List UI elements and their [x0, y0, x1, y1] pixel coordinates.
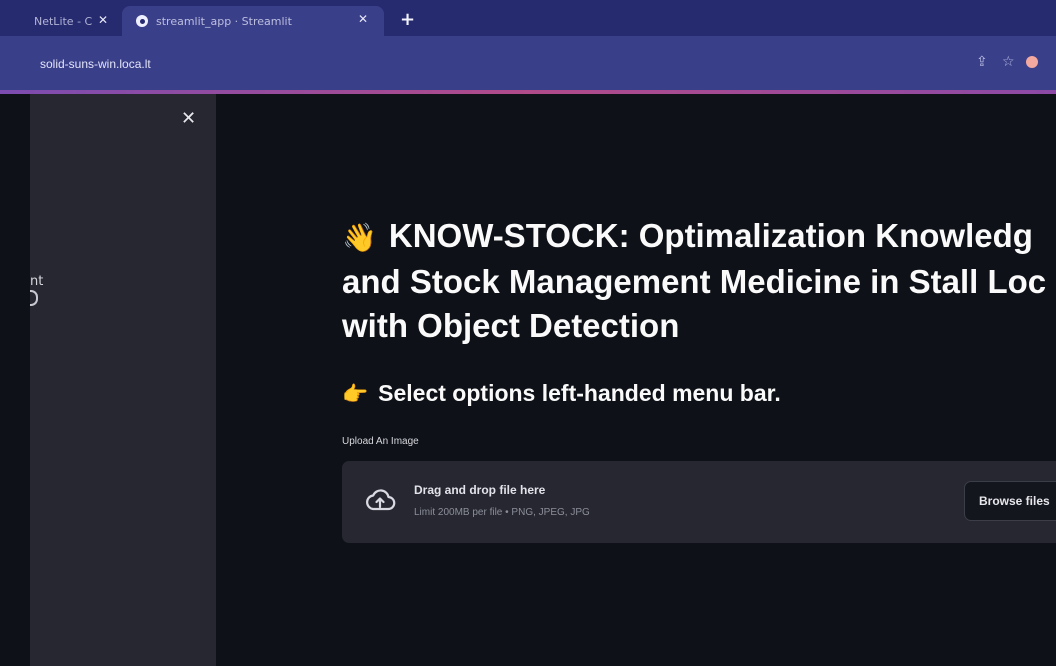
tab-title: streamlit_app · Streamlit	[156, 14, 292, 28]
main-content: 👋 KNOW-STOCK: Optimalization Knowledg and…	[216, 94, 1056, 666]
sidebar-close-icon[interactable]: ✕	[181, 108, 196, 129]
browse-files-button[interactable]: Browse files	[964, 481, 1056, 521]
tab-close-icon[interactable]: ✕	[98, 13, 108, 27]
waving-hand-icon: 👋	[342, 222, 377, 253]
file-dropzone[interactable]: Drag and drop file here Limit 200MB per …	[342, 461, 1056, 543]
browser-tab-active[interactable]: streamlit_app · Streamlit ✕	[122, 6, 384, 36]
extension-icon[interactable]	[1026, 56, 1038, 68]
page-title: 👋 KNOW-STOCK: Optimalization Knowledg and…	[342, 214, 1056, 348]
share-icon[interactable]: ⇪	[976, 54, 988, 70]
upload-label: Upload An Image	[342, 436, 419, 447]
address-bar: solid-suns-win.loca.lt ⇪ ☆	[0, 36, 1056, 94]
title-line-1: KNOW-STOCK: Optimalization Knowledg	[388, 217, 1033, 254]
sidebar-radio-partial-icon[interactable]	[30, 290, 38, 306]
streamlit-favicon-icon	[136, 15, 148, 27]
tab-close-icon[interactable]: ✕	[358, 12, 368, 26]
cloud-upload-icon	[366, 489, 396, 511]
sidebar: ✕ nt	[30, 94, 216, 666]
subtitle-text: Select options left-handed menu bar.	[378, 380, 781, 406]
browser-tab-bar: NetLite - C ✕ streamlit_app · Streamlit …	[0, 0, 1056, 36]
bookmark-star-icon[interactable]: ☆	[1002, 54, 1015, 70]
tab-title: NetLite - C	[34, 14, 93, 28]
page-subtitle: 👉 Select options left-handed menu bar.	[342, 380, 781, 407]
url-field[interactable]: solid-suns-win.loca.lt	[40, 57, 151, 71]
new-tab-button[interactable]: +	[400, 9, 415, 30]
browser-tab-1[interactable]: NetLite - C ✕	[0, 6, 118, 36]
pointing-hand-icon: 👉	[342, 383, 369, 406]
title-line-2: and Stock Management Medicine in Stall L…	[342, 263, 1047, 300]
title-line-3: with Object Detection	[342, 307, 680, 344]
dropzone-title: Drag and drop file here	[414, 483, 546, 497]
sidebar-item-partial[interactable]: nt	[30, 274, 43, 289]
dropzone-limit-text: Limit 200MB per file • PNG, JPEG, JPG	[414, 507, 590, 518]
